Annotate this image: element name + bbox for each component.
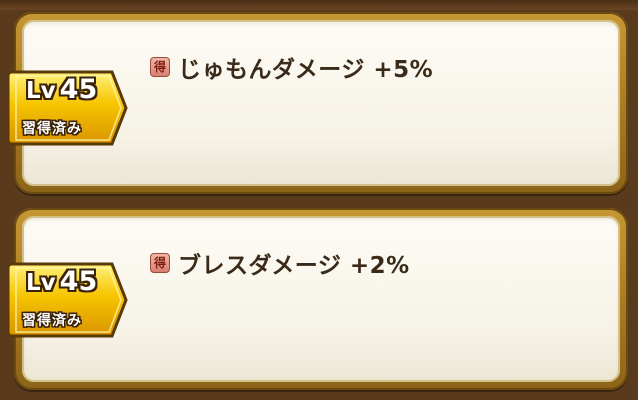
skill-row: 得 じゅもんダメージ +5%: [150, 50, 433, 84]
skill-card[interactable]: 得 じゅもんダメージ +5% Lv 45 習得済み: [8, 12, 628, 194]
skill-effect-text: ブレスダメージ +2%: [178, 253, 410, 279]
learned-status: 習得済み: [22, 121, 82, 137]
learned-status: 習得済み: [22, 313, 82, 329]
level-label: Lv 45: [26, 266, 98, 297]
skill-card[interactable]: 得 ブレスダメージ +2% Lv 45 習得済み: [8, 208, 628, 390]
level-tag: Lv 45 習得済み: [8, 68, 130, 148]
toku-badge-icon: 得: [150, 57, 170, 77]
level-tag: Lv 45 習得済み: [8, 260, 130, 340]
skill-effect-text: じゅもんダメージ +5%: [178, 57, 434, 83]
background-top-trim: [0, 0, 638, 10]
skill-row: 得 ブレスダメージ +2%: [150, 246, 410, 280]
toku-badge-icon: 得: [150, 253, 170, 273]
level-label: Lv 45: [26, 74, 98, 105]
